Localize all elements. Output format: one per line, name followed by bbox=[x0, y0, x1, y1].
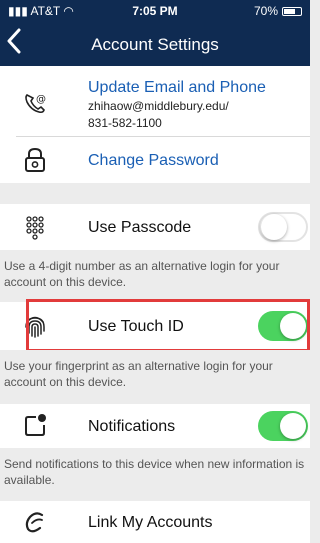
svg-text:@: @ bbox=[36, 94, 46, 105]
passcode-toggle[interactable] bbox=[258, 212, 308, 242]
top-bar: ▮▮▮ AT&T ◠ 7:05 PM 70% Account Settings bbox=[0, 0, 310, 66]
toggle-knob bbox=[261, 214, 287, 240]
notifications-row: Notifications bbox=[0, 404, 310, 448]
battery-icon bbox=[282, 6, 302, 16]
phone-email-icon: @ bbox=[25, 94, 46, 114]
lock-icon bbox=[25, 147, 45, 172]
status-bar: ▮▮▮ AT&T ◠ 7:05 PM 70% bbox=[0, 0, 310, 22]
notifications-toggle[interactable] bbox=[258, 411, 308, 441]
passcode-hint: Use a 4-digit number as an alternative l… bbox=[0, 250, 310, 302]
update-email-phone-link[interactable]: Update Email and Phone bbox=[88, 79, 266, 97]
account-phone: 831-582-1100 bbox=[88, 116, 162, 130]
battery-indicator: 70% bbox=[254, 4, 302, 18]
toggle-knob bbox=[280, 413, 306, 439]
change-password-link[interactable]: Change Password bbox=[88, 152, 219, 170]
notifications-hint: Send notifications to this device when n… bbox=[0, 448, 310, 501]
passcode-label: Use Passcode bbox=[88, 219, 192, 236]
passcode-row: Use Passcode bbox=[0, 204, 310, 250]
update-email-phone-row[interactable]: @ Update Email and Phone zhihaow@middleb… bbox=[0, 66, 310, 136]
navigation-bar: Account Settings bbox=[0, 26, 310, 62]
notification-icon bbox=[25, 414, 46, 436]
notifications-label: Notifications bbox=[88, 418, 176, 435]
keypad-icon bbox=[26, 216, 44, 240]
touch-id-hint: Use your fingerprint as an alternative l… bbox=[0, 350, 310, 404]
change-password-row[interactable]: Change Password bbox=[0, 137, 310, 183]
account-email: zhihaow@middlebury.edu/ bbox=[88, 99, 229, 113]
page-title: Account Settings bbox=[91, 35, 219, 54]
link-accounts-row[interactable]: Link My Accounts bbox=[0, 501, 310, 543]
link-accounts-label: Link My Accounts bbox=[88, 514, 213, 531]
link-accounts-icon bbox=[25, 512, 44, 533]
highlight-box bbox=[26, 299, 310, 352]
account-section: @ Update Email and Phone zhihaow@middleb… bbox=[0, 66, 310, 183]
